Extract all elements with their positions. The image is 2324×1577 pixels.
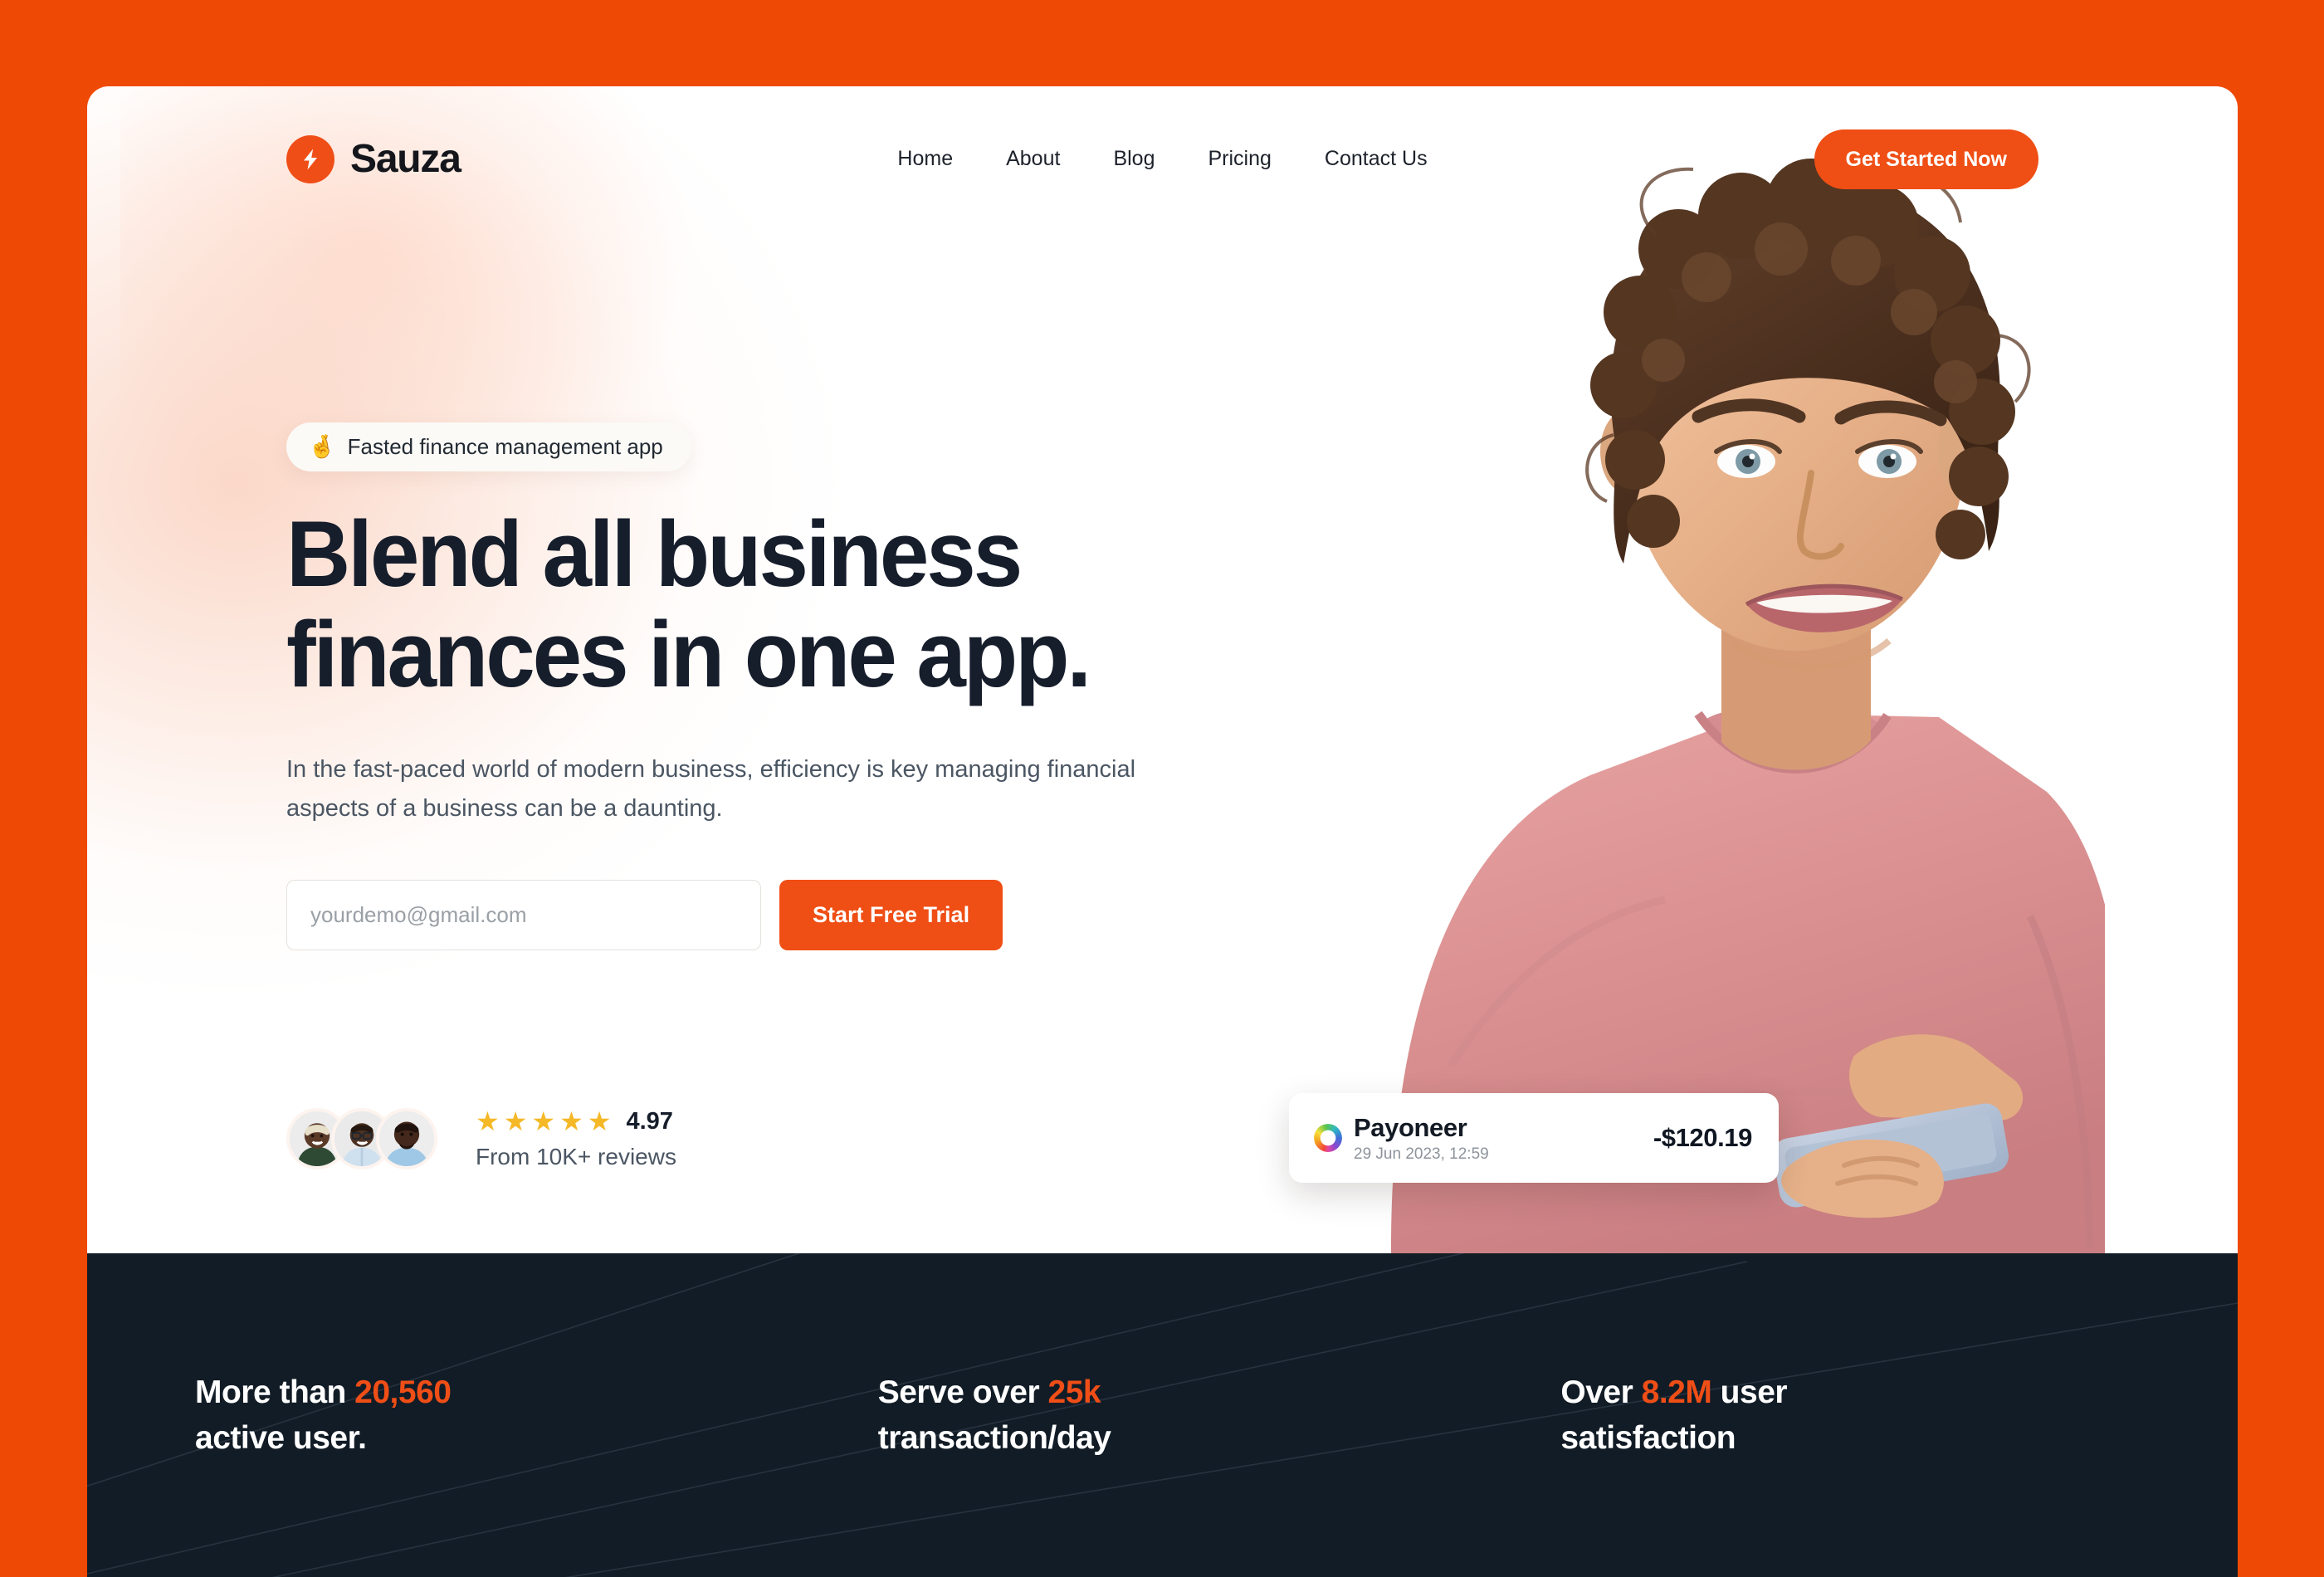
star-rating-icons: ★ ★ ★ ★ ★ [476, 1108, 611, 1135]
bolt-icon [286, 134, 334, 183]
get-started-button[interactable]: Get Started Now [1814, 129, 2038, 189]
stat-prefix: Serve over [877, 1374, 1048, 1410]
star-icon: ★ [531, 1106, 556, 1137]
start-free-trial-button[interactable]: Start Free Trial [779, 879, 1003, 950]
star-icon: ★ [476, 1106, 500, 1137]
stat-prefix: Over [1560, 1374, 1642, 1410]
stat-item-satisfaction: Over 8.2M user satisfaction [1560, 1370, 2130, 1462]
crossed-fingers-icon: 🤞 [308, 434, 336, 459]
nav-item-about[interactable]: About [979, 147, 1086, 171]
star-icon: ★ [587, 1106, 612, 1137]
nav-item-contact-us[interactable]: Contact Us [1298, 147, 1454, 171]
star-icon: ★ [559, 1106, 583, 1137]
reviewer-avatars [286, 1108, 437, 1170]
nav-item-home[interactable]: Home [871, 147, 979, 171]
hero-content: 🤞 Fasted finance management app Blend al… [286, 422, 1332, 1170]
brand-name: Sauza [350, 137, 461, 181]
payoneer-ring-icon [1314, 1124, 1342, 1152]
stats-band: More than 20,560 active user. Serve over… [87, 1253, 2238, 1577]
hero-badge-label: Fasted finance management app [347, 434, 663, 459]
headline-line-2: finances in one app. [286, 602, 1091, 706]
headline-line-1: Blend all business [286, 502, 1023, 606]
social-proof: ★ ★ ★ ★ ★ 4.97 From 10K+ reviews [286, 1108, 1332, 1170]
page-title: Blend all business finances in one app. [286, 502, 1285, 706]
stat-value: 8.2M [1641, 1374, 1712, 1410]
brand-logo[interactable]: Sauza [286, 134, 461, 183]
stat-line-2: satisfaction [1560, 1420, 1736, 1456]
transaction-amount: -$120.19 [1653, 1123, 1753, 1152]
rating-value: 4.97 [626, 1107, 673, 1135]
landing-page-card: Sauza Home About Blog Pricing Contact Us… [87, 86, 2238, 1577]
stat-suffix: user [1711, 1374, 1788, 1410]
nav-item-pricing[interactable]: Pricing [1181, 147, 1297, 171]
stat-value: 20,560 [354, 1374, 452, 1410]
transaction-merchant: Payoneer [1354, 1112, 1467, 1142]
stat-value: 25k [1047, 1374, 1101, 1410]
stat-line-2: transaction/day [877, 1420, 1111, 1456]
stat-item-transactions: Serve over 25k transaction/day [878, 1370, 1561, 1462]
nav-item-blog[interactable]: Blog [1086, 147, 1181, 171]
email-field[interactable] [286, 879, 761, 950]
stat-line-2: active user. [195, 1420, 367, 1456]
transaction-date: 29 Jun 2023, 12:59 [1354, 1145, 1489, 1163]
site-header: Sauza Home About Blog Pricing Contact Us… [87, 86, 2238, 232]
avatar [376, 1108, 437, 1170]
stat-prefix: More than [195, 1374, 355, 1410]
stat-item-active-users: More than 20,560 active user. [195, 1370, 878, 1462]
transaction-card[interactable]: Payoneer 29 Jun 2023, 12:59 -$120.19 [1289, 1093, 1779, 1183]
signup-form: Start Free Trial [286, 879, 1332, 950]
reviews-count-label: From 10K+ reviews [476, 1143, 676, 1169]
main-navigation: Home About Blog Pricing Contact Us [871, 147, 1453, 171]
star-icon: ★ [503, 1106, 528, 1137]
hero-subtitle: In the fast-paced world of modern busine… [286, 755, 1136, 822]
rating-block: ★ ★ ★ ★ ★ 4.97 From 10K+ reviews [457, 1108, 676, 1170]
hero-badge: 🤞 Fasted finance management app [286, 422, 691, 471]
